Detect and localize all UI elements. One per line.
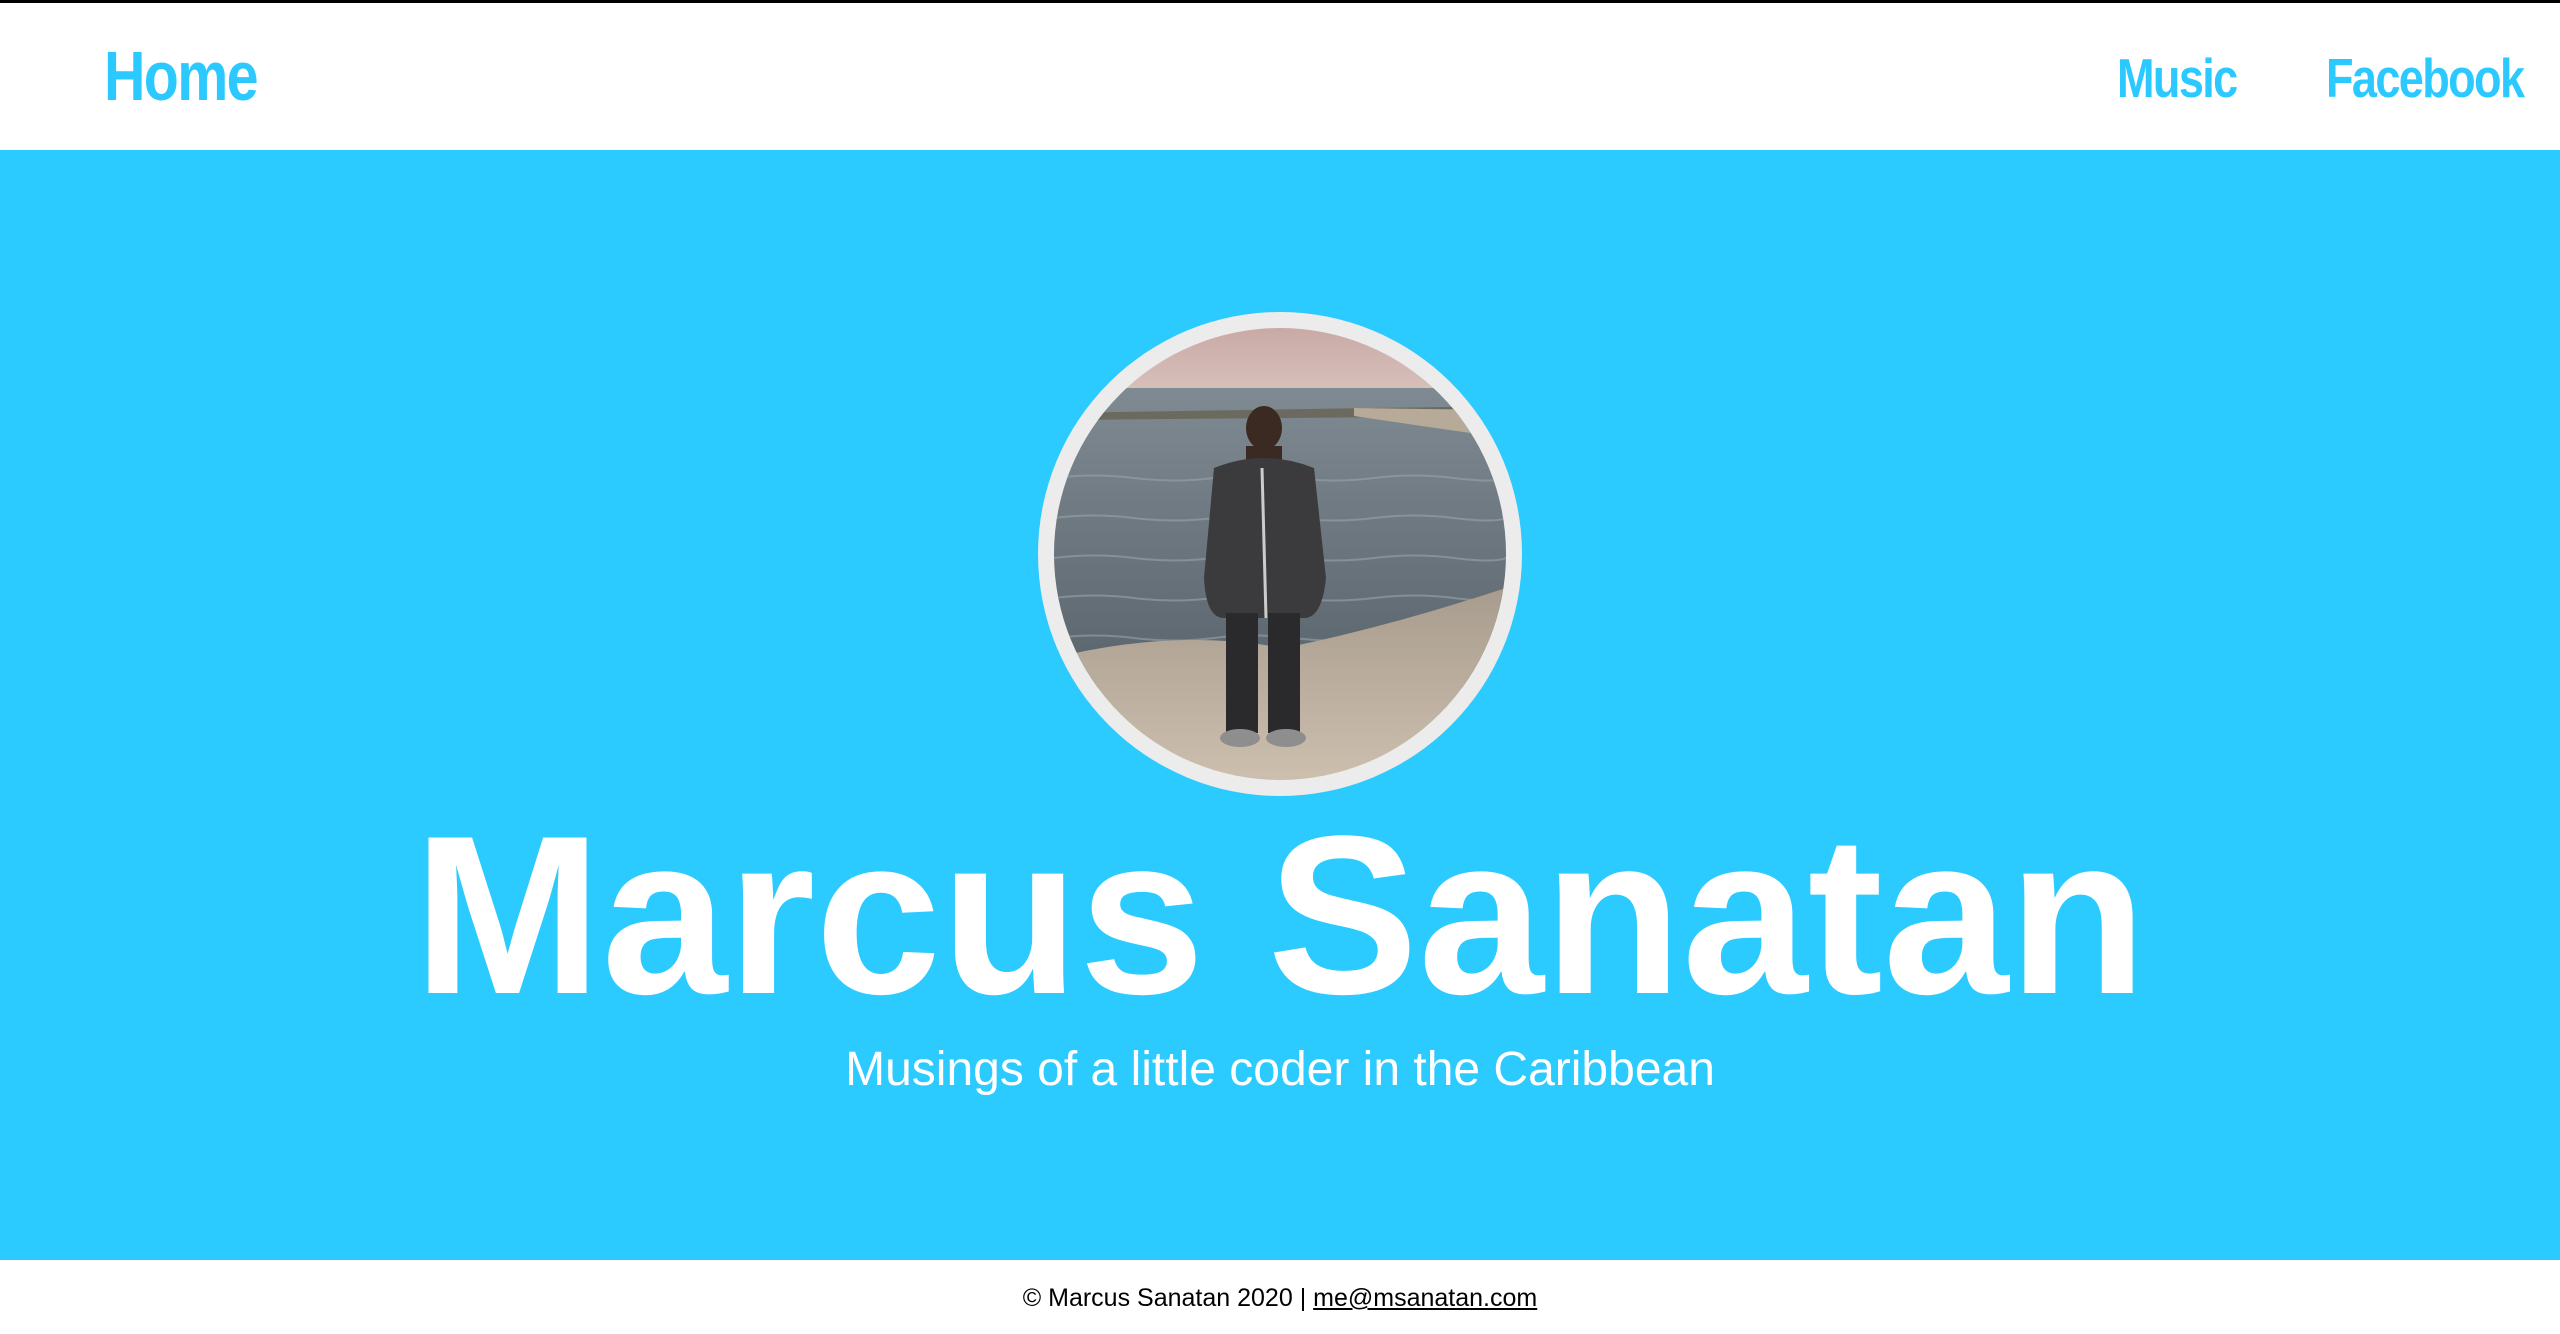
footer-email-link[interactable]: me@msanatan.com [1313, 1284, 1537, 1312]
avatar [1054, 328, 1506, 780]
profile-photo [1054, 328, 1506, 780]
page-title: Marcus Sanatan [413, 788, 2147, 1041]
avatar-ring [1038, 312, 1522, 796]
nav-music-link[interactable]: Music [2117, 46, 2238, 110]
nav-home-link[interactable]: Home [104, 36, 259, 116]
footer-copyright: © Marcus Sanatan 2020 [1022, 1284, 1293, 1312]
top-navbar: Home Music Facebook [0, 3, 2560, 150]
footer-separator: | [1299, 1284, 1307, 1312]
footer: © Marcus Sanatan 2020 | me@msanatan.com [0, 1260, 2560, 1334]
page-subtitle: Musings of a little coder in the Caribbe… [845, 1043, 1715, 1096]
nav-facebook-link[interactable]: Facebook [2326, 46, 2525, 110]
hero-section: Marcus Sanatan Musings of a little coder… [0, 150, 2560, 1260]
